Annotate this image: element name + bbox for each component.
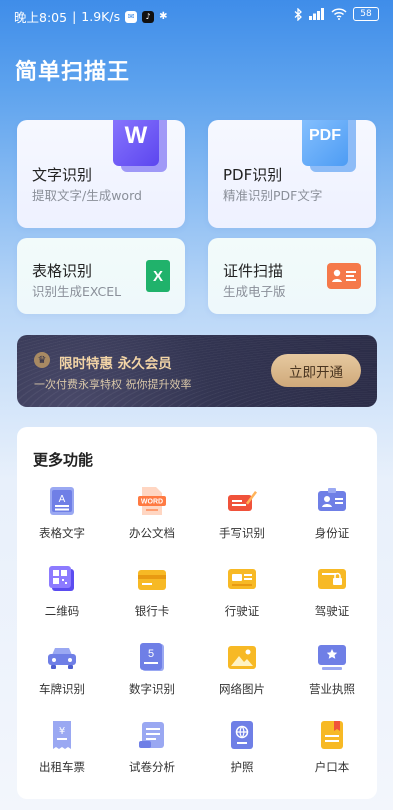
app-title: 简单扫描王 (15, 60, 131, 85)
bank-card-icon (138, 570, 166, 590)
feature-label: 手写识别 (219, 526, 265, 540)
card-title: 证件扫描 (223, 262, 284, 280)
feature-table-text[interactable]: A 表格文字 (17, 479, 107, 559)
feature-label: 户口本 (314, 760, 350, 774)
card-title: PDF识别 (223, 166, 283, 184)
battery-icon: 58 (353, 7, 379, 21)
word-doc-icon: W (113, 120, 167, 172)
card-title: 文字识别 (32, 166, 93, 184)
feature-label: 网络图片 (219, 682, 265, 696)
feature-id-card[interactable]: 身份证 (287, 479, 377, 559)
handwriting-icon (228, 491, 257, 511)
svg-text:¥: ¥ (59, 726, 65, 737)
svg-text:WORD: WORD (141, 499, 163, 506)
feature-label: 驾驶证 (314, 604, 350, 618)
notification-mail-icon: ✉ (125, 10, 138, 23)
svg-text:5: 5 (148, 648, 154, 660)
passport-icon (231, 721, 253, 749)
more-features-panel: 更多功能 A 表格文字 WORD 办公文档 手写识别 身份证 二维码 银行卡 行… (17, 427, 377, 799)
feature-label: 试卷分析 (129, 760, 175, 774)
feature-taxi-ticket[interactable]: ¥ 出租车票 (17, 713, 107, 793)
feature-label: 车牌识别 (39, 682, 85, 696)
car-plate-icon (48, 648, 76, 669)
driver-license-icon (318, 569, 346, 589)
card-pdf-recognition[interactable]: PDF PDF识别 精准识别PDF文字 (208, 120, 376, 228)
status-bar-left: 晚上8:05 | 1.9K/s ✉ ♪ ✱ (14, 7, 168, 26)
vip-promo-banner[interactable]: ♛ 限时特惠 永久会员 一次付费永享特权 祝你提升效率 立即开通 (17, 335, 377, 407)
feature-number-recognition[interactable]: 5 数字识别 (107, 635, 197, 715)
feature-label: 营业执照 (309, 682, 355, 696)
taxi-ticket-icon: ¥ (53, 721, 71, 749)
household-register-icon (321, 721, 343, 749)
notification-bluetooth-icon: ✱ (159, 11, 168, 22)
pdf-doc-icon: PDF (302, 120, 356, 172)
section-title: 更多功能 (33, 451, 94, 469)
cellular-signal-icon (309, 8, 324, 20)
status-bar-right: 58 (294, 7, 379, 21)
feature-label: 表格文字 (39, 526, 85, 540)
feature-label: 数字识别 (129, 682, 175, 696)
card-table-recognition[interactable]: 表格识别 识别生成EXCEL X (17, 238, 185, 314)
feature-office-doc[interactable]: WORD 办公文档 (107, 479, 197, 559)
feature-driver-license[interactable]: 驾驶证 (287, 557, 377, 637)
feature-qr-code[interactable]: 二维码 (17, 557, 107, 637)
status-time: 晚上8:05 (14, 10, 68, 25)
feature-label: 二维码 (44, 604, 80, 618)
web-image-icon (228, 646, 256, 669)
feature-label: 行驶证 (224, 604, 260, 618)
card-subtitle: 生成电子版 (223, 284, 286, 299)
card-subtitle: 识别生成EXCEL (32, 284, 122, 299)
driving-license-icon (228, 569, 256, 589)
feature-label: 出租车票 (39, 760, 85, 774)
crown-icon: ♛ (34, 352, 50, 368)
card-subtitle: 精准识别PDF文字 (223, 188, 323, 203)
excel-icon: X (146, 260, 170, 292)
qr-code-icon (49, 566, 74, 591)
notification-tiktok-icon: ♪ (142, 10, 155, 23)
network-speed: 1.9K/s (81, 9, 121, 24)
feature-label: 银行卡 (134, 604, 170, 618)
feature-bank-card[interactable]: 银行卡 (107, 557, 197, 637)
feature-label: 办公文档 (129, 526, 175, 540)
status-divider: | (72, 9, 77, 24)
id-card-icon (327, 263, 361, 289)
svg-text:A: A (59, 494, 66, 505)
bluetooth-icon (294, 7, 302, 21)
feature-vehicle-license[interactable]: 行驶证 (197, 557, 287, 637)
feature-car-plate[interactable]: 车牌识别 (17, 635, 107, 715)
feature-handwriting[interactable]: 手写识别 (197, 479, 287, 559)
promo-subtitle: 一次付费永享特权 祝你提升效率 (34, 378, 192, 391)
wifi-icon (331, 8, 347, 20)
business-license-icon (318, 645, 346, 670)
feature-label: 身份证 (314, 526, 350, 540)
status-bar: 晚上8:05 | 1.9K/s ✉ ♪ ✱ 58 (0, 0, 393, 30)
activate-button[interactable]: 立即开通 (271, 354, 361, 387)
card-title: 表格识别 (32, 262, 93, 280)
number-icon: 5 (140, 643, 164, 671)
id-card-icon (318, 488, 346, 511)
feature-web-image[interactable]: 网络图片 (197, 635, 287, 715)
exam-paper-icon (139, 722, 164, 748)
card-text-recognition[interactable]: W 文字识别 提取文字/生成word (17, 120, 185, 228)
card-subtitle: 提取文字/生成word (32, 188, 142, 203)
feature-business-license[interactable]: 营业执照 (287, 635, 377, 715)
card-id-scan[interactable]: 证件扫描 生成电子版 (208, 238, 376, 314)
promo-title: 限时特惠 永久会员 (59, 356, 172, 372)
feature-household-register[interactable]: 户口本 (287, 713, 377, 793)
feature-passport[interactable]: 护照 (197, 713, 287, 793)
feature-exam-paper[interactable]: 试卷分析 (107, 713, 197, 793)
table-text-icon: A (50, 487, 74, 515)
office-doc-icon: WORD (138, 487, 166, 515)
feature-label: 护照 (230, 760, 254, 774)
